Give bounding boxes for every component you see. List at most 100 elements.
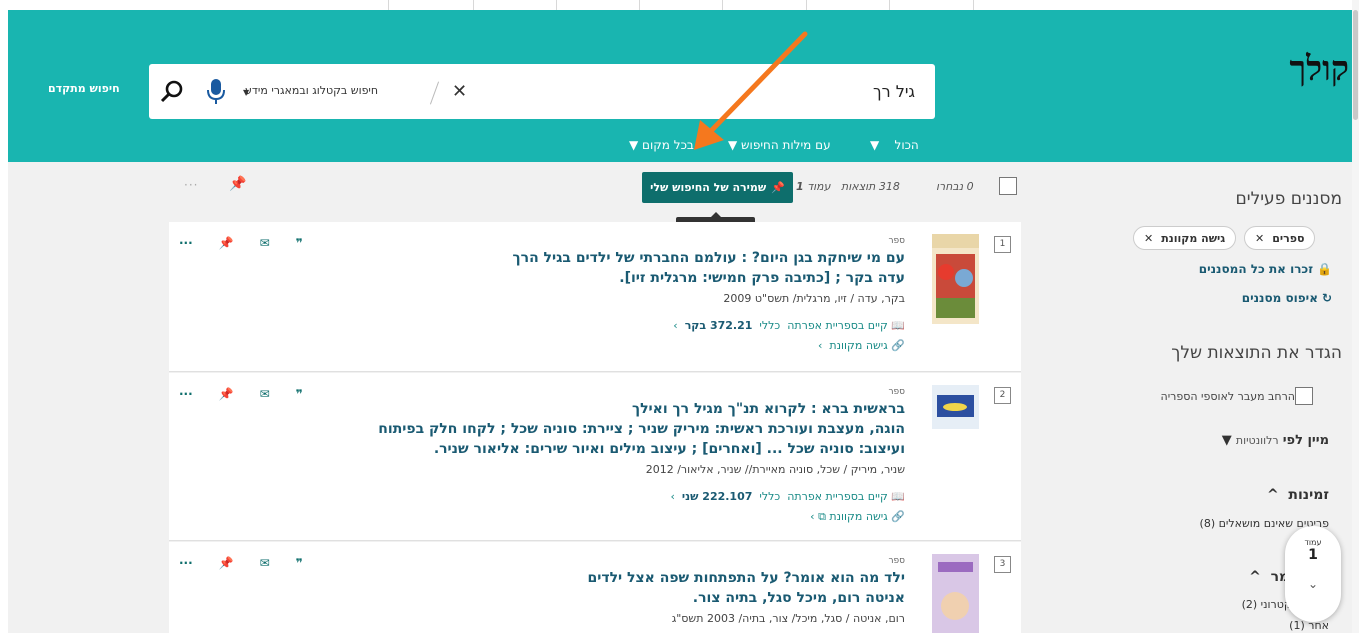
online-access-label: גישה מקוונת — [829, 339, 888, 352]
page-scroll-widget[interactable]: עמוד 1 ⌄ — [1285, 526, 1341, 622]
availability-link[interactable]: 📖 קיים בספריית אפרתה כללי 372.21 בקר › — [673, 319, 905, 332]
header-bar: חיפוש מתקדם קולך גיל רך ✕ חיפוש בקטלוג ו… — [8, 10, 1352, 162]
save-search-button[interactable]: 📌 שמירה של החיפוש שלי — [642, 172, 793, 203]
close-icon[interactable]: ✕ — [1255, 232, 1264, 245]
online-access-link[interactable]: 🔗 גישה מקוונת ⧉ › — [810, 510, 905, 524]
book-cover-image — [932, 385, 979, 429]
result-title[interactable]: ילד מה הוא אומר? על התפתחות שפה אצל ילדי… — [345, 568, 905, 608]
select-all-checkbox[interactable] — [999, 177, 1017, 195]
sort-value: רלוונטיות — [1235, 434, 1279, 447]
divider — [722, 0, 723, 10]
result-title[interactable]: עם מי שיחקת בגן היום? : עולמם החברתי של … — [345, 248, 905, 288]
pin-icon[interactable]: 📌 — [229, 176, 246, 192]
scrollbar-thumb[interactable] — [1353, 10, 1358, 120]
search-divider — [429, 81, 440, 105]
reset-icon: ↻ — [1321, 291, 1332, 305]
result-title-text[interactable]: בראשית ברא : לקרוא תנ"ך מגיל רך ואילך — [345, 399, 905, 419]
link-icon: 🔗 — [891, 339, 905, 352]
pin-icon[interactable]: 📌 — [219, 236, 234, 250]
email-icon[interactable]: ✉ — [260, 556, 270, 570]
page-label: עמוד — [807, 180, 831, 193]
logo[interactable]: קולך — [1266, 40, 1352, 92]
citation-icon[interactable]: ❞ — [296, 236, 303, 250]
online-access-link[interactable]: 🔗 גישה מקוונת › — [818, 339, 905, 352]
divider — [473, 0, 474, 10]
book-cover-image — [932, 234, 979, 324]
divider — [639, 0, 640, 10]
expand-label: הרחב מעבר לאוספי הספריה — [1160, 390, 1295, 403]
result-subtitle: הוגה, מעצבת ועורכת ראשית: מיריק שניר ; צ… — [378, 421, 905, 457]
facet-availability[interactable]: זמינות ^ — [1267, 487, 1329, 503]
expand-checkbox[interactable] — [1295, 387, 1313, 405]
availability-library: בספריית אפרתה — [787, 319, 865, 332]
scrollbar[interactable] — [1352, 0, 1359, 633]
divider — [556, 0, 557, 10]
microphone-icon[interactable] — [205, 78, 227, 106]
filter-anywhere-label: בכל מקום — [642, 138, 694, 152]
result-actions: ··· 📌 ✉ ❞ — [179, 556, 303, 570]
search-scope-select[interactable]: חיפוש בקטלוג ובמאגרי מידע — [245, 84, 378, 97]
more-options-icon[interactable]: ··· — [179, 387, 193, 401]
divider — [806, 0, 807, 10]
link-icon: 🔗 — [891, 510, 905, 523]
more-options-icon[interactable]: ··· — [179, 236, 193, 250]
pin-icon[interactable]: 📌 — [219, 387, 234, 401]
availability-library: בספריית אפרתה — [787, 490, 865, 503]
refine-heading: הגדר את התוצאות שלך — [1171, 343, 1342, 363]
result-number[interactable]: 2 — [994, 387, 1011, 404]
search-box: גיל רך ✕ חיפוש בקטלוג ובמאגרי מידע ▼ — [149, 64, 935, 119]
pin-icon[interactable]: 📌 — [219, 556, 234, 570]
divider — [388, 0, 389, 10]
email-icon[interactable]: ✉ — [260, 236, 270, 250]
top-strip — [0, 0, 1359, 10]
result-title[interactable]: בראשית ברא : לקרוא תנ"ך מגיל רך ואילך הו… — [345, 399, 905, 459]
sort-select[interactable]: מיין לפי רלוונטיות ▼ — [1222, 433, 1329, 448]
result-meta: שניר, מיריק / שכל, סוניה מאיירת// שניר, … — [645, 463, 905, 476]
remember-filters-link[interactable]: 🔒 זכרו את כל המסננים — [1199, 262, 1332, 276]
book-cover-image — [932, 554, 979, 633]
filter-chip-online[interactable]: גישה מקוונת ✕ — [1133, 226, 1237, 250]
availability-location: כללי — [759, 490, 781, 503]
chip-label: ספרים — [1272, 231, 1305, 245]
result-title-text[interactable]: ילד מה הוא אומר? על התפתחות שפה אצל ילדי… — [345, 568, 905, 588]
result-title-text[interactable]: עם מי שיחקת בגן היום? : עולמם החברתי של … — [345, 248, 905, 268]
reset-filters-link[interactable]: ↻ איפוס מסננים — [1242, 291, 1332, 305]
selected-count: 0 נבחרו — [936, 180, 974, 193]
call-number: 222.107 שני — [681, 490, 753, 503]
close-icon[interactable]: ✕ — [1144, 232, 1153, 245]
result-number[interactable]: 3 — [994, 556, 1011, 573]
result-card: 1 ספר עם מי שיחקת בגן היום? : עולמם החבר… — [169, 222, 1021, 372]
filter-search-words[interactable]: עם מילות החיפוש ▼ — [728, 138, 831, 152]
filter-anywhere[interactable]: בכל מקום ▼ — [629, 138, 694, 152]
more-options-icon[interactable]: ··· — [184, 178, 198, 192]
pager-label: עמוד — [1304, 538, 1322, 547]
save-search-label: שמירה של החיפוש שלי — [650, 181, 767, 194]
citation-icon[interactable]: ❞ — [296, 556, 303, 570]
email-icon[interactable]: ✉ — [260, 387, 270, 401]
clear-search-icon[interactable]: ✕ — [452, 83, 467, 101]
caret-down-icon[interactable]: ▼ — [243, 88, 249, 97]
page-number: 1 — [796, 180, 804, 193]
citation-icon[interactable]: ❞ — [296, 387, 303, 401]
more-options-icon[interactable]: ··· — [179, 556, 193, 570]
chevron-down-icon[interactable]: ⌄ — [1285, 577, 1341, 591]
remember-filters-label: זכרו את כל המסננים — [1198, 262, 1314, 276]
search-input[interactable]: גיל רך — [873, 82, 915, 101]
filter-all[interactable]: הכול ▼ — [870, 138, 919, 152]
search-icon[interactable] — [160, 79, 184, 103]
availability-status: קיים — [867, 490, 888, 503]
filter-words-label: עם מילות החיפוש — [741, 138, 831, 152]
filter-chip-books[interactable]: ספרים ✕ — [1244, 226, 1316, 250]
availability-status: קיים — [867, 319, 888, 332]
result-card: 2 ספר בראשית ברא : לקרוא תנ"ך מגיל רך וא… — [169, 373, 1021, 541]
result-type: ספר — [888, 556, 905, 566]
page-indicator: 318 תוצאות עמוד 1 — [796, 180, 900, 193]
book-icon: 📖 — [891, 490, 905, 503]
advanced-search-link[interactable]: חיפוש מתקדם — [48, 82, 120, 95]
availability-link[interactable]: 📖 קיים בספריית אפרתה כללי 222.107 שני › — [670, 490, 905, 503]
result-subtitle: עדה בקר ; [כתיבה פרק חמישי: מרגלית זיו]. — [619, 270, 905, 286]
pin-icon: 📌 — [771, 181, 785, 194]
result-number[interactable]: 1 — [994, 236, 1011, 253]
result-subtitle: אניטה רום, מיכל סגל, בתיה צור. — [692, 590, 905, 606]
divider — [889, 0, 890, 10]
